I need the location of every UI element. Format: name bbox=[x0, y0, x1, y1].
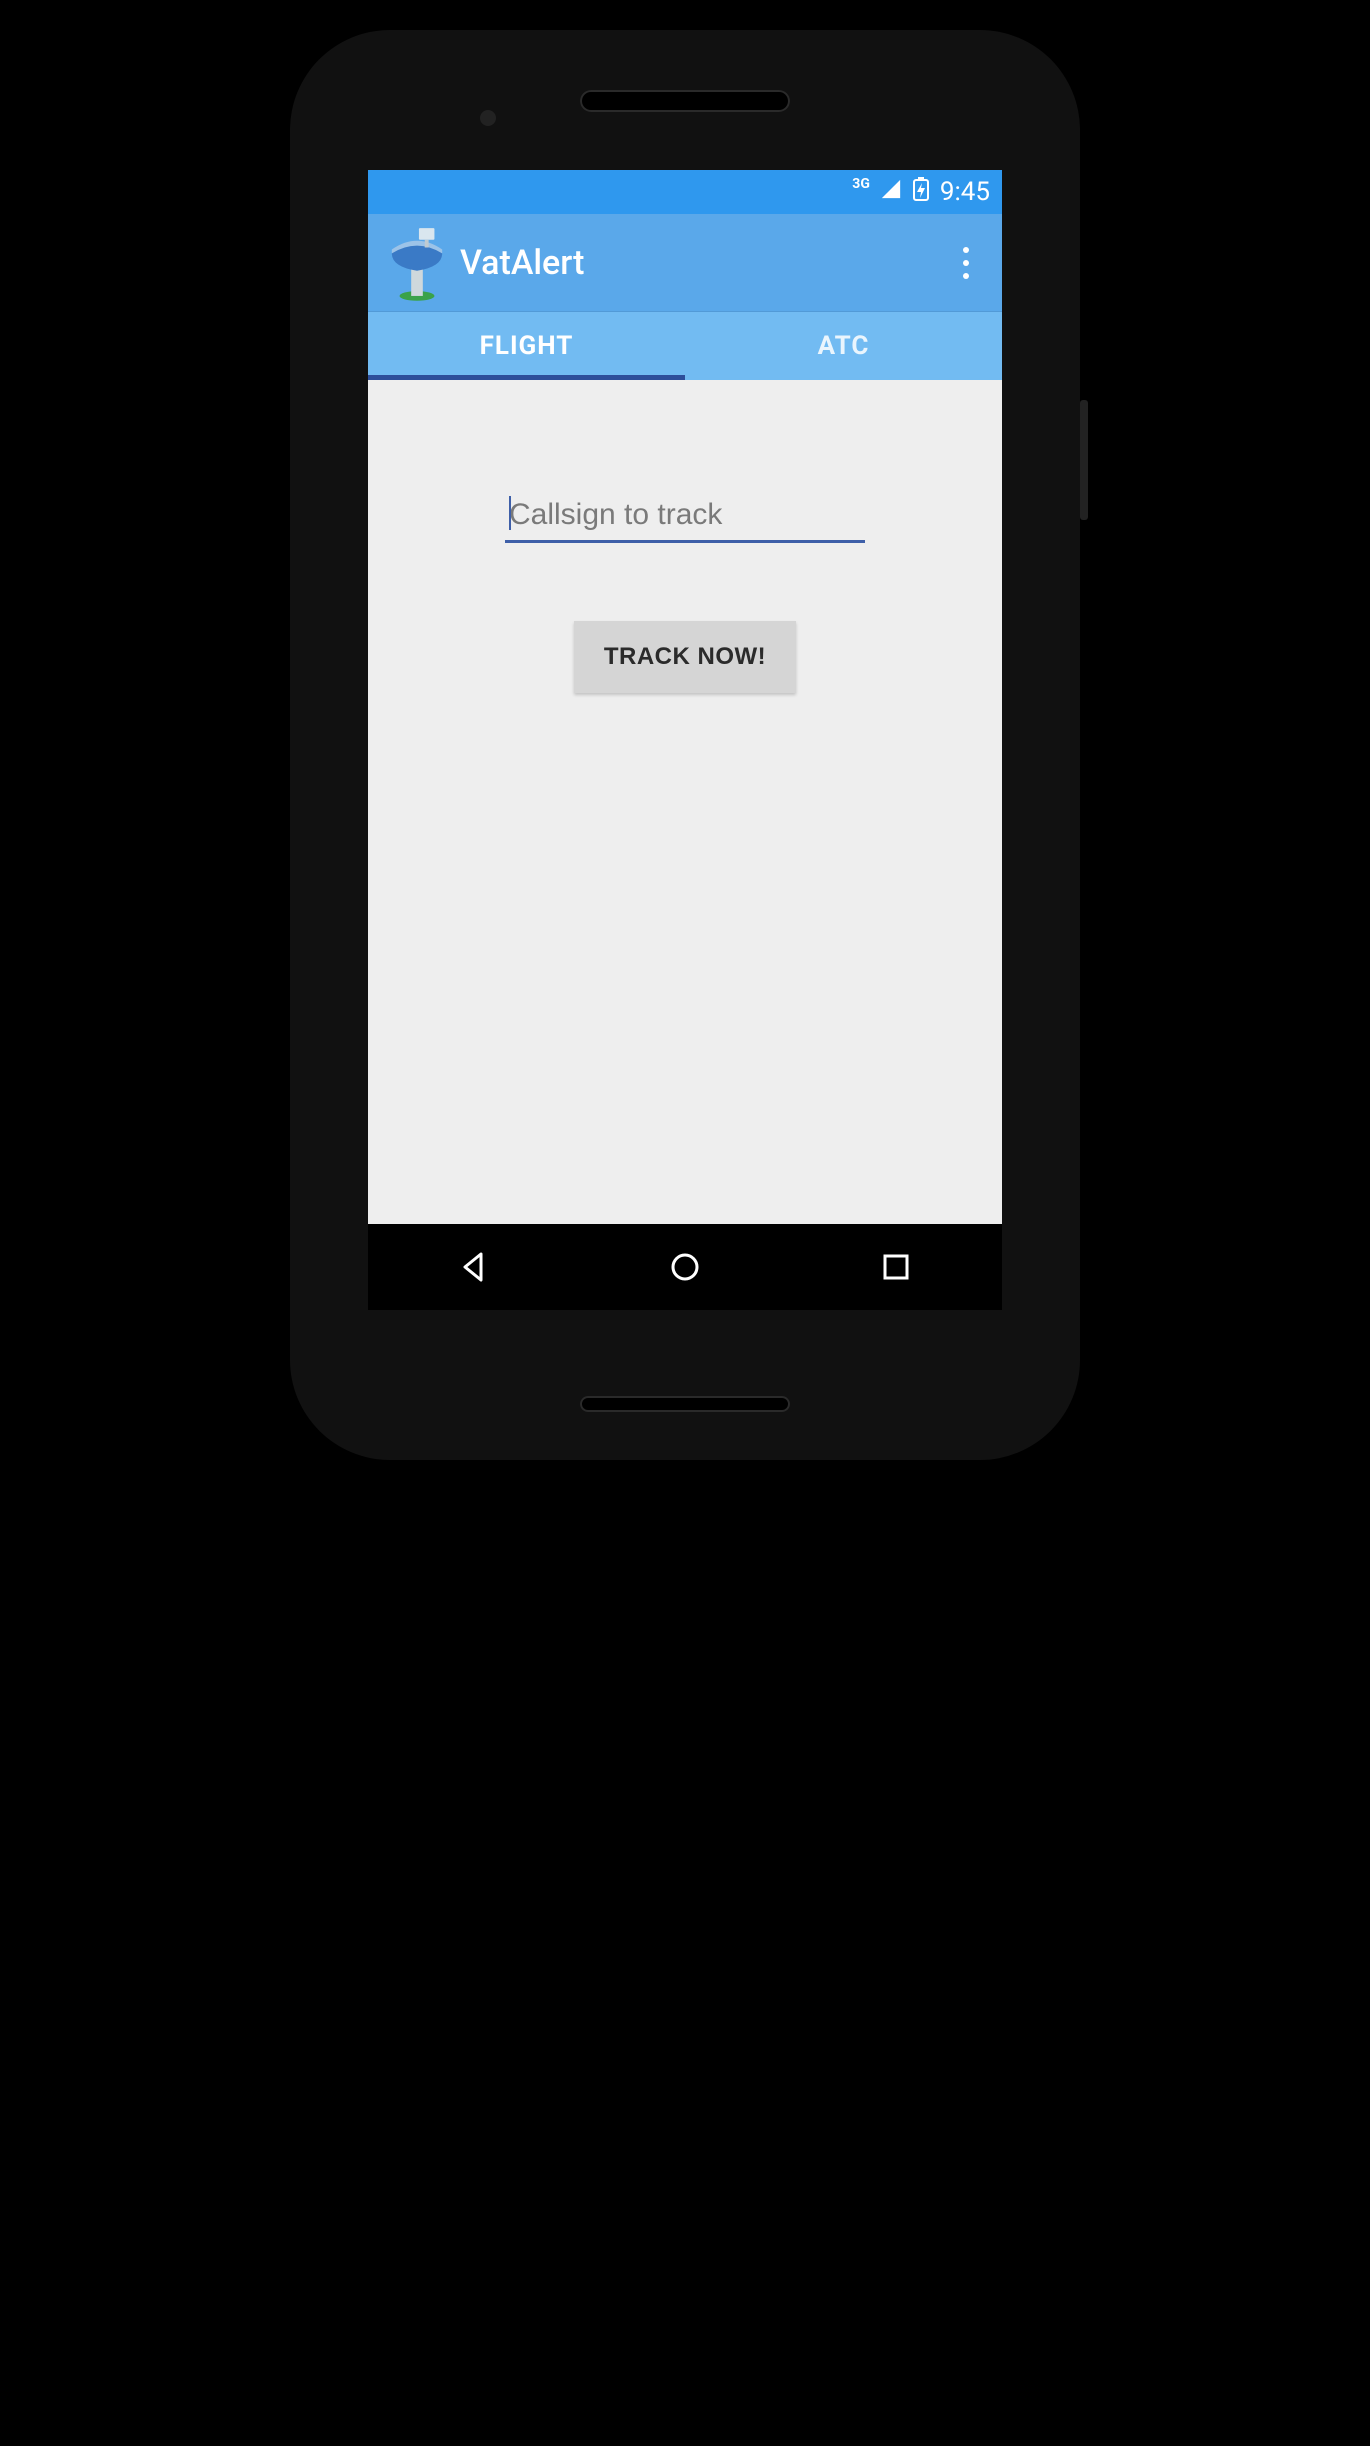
app-title: VatAlert bbox=[460, 243, 946, 283]
phone-power-button bbox=[1080, 400, 1088, 520]
android-status-bar: 3G 9:45 bbox=[368, 170, 1002, 214]
app-bar: VatAlert bbox=[368, 214, 1002, 312]
tab-atc-label: ATC bbox=[818, 331, 870, 361]
clock-label: 9:45 bbox=[940, 177, 990, 207]
android-nav-bar bbox=[368, 1224, 1002, 1310]
phone-frame: 3G 9:45 bbox=[290, 30, 1080, 1460]
callsign-input[interactable] bbox=[505, 490, 865, 543]
phone-bottom-speaker bbox=[580, 1396, 790, 1412]
nav-back-button[interactable] bbox=[454, 1247, 494, 1287]
tab-flight[interactable]: FLIGHT bbox=[368, 312, 685, 380]
nav-recent-button[interactable] bbox=[876, 1247, 916, 1287]
track-now-button[interactable]: TRACK NOW! bbox=[574, 621, 796, 693]
tab-flight-label: FLIGHT bbox=[480, 331, 574, 361]
text-cursor bbox=[509, 496, 511, 530]
battery-icon bbox=[912, 177, 930, 207]
network-type-label: 3G bbox=[852, 176, 870, 192]
screen: 3G 9:45 bbox=[368, 170, 1002, 1310]
tab-atc[interactable]: ATC bbox=[685, 312, 1002, 380]
tab-bar: FLIGHT ATC bbox=[368, 312, 1002, 380]
signal-icon bbox=[880, 178, 902, 206]
overflow-menu-button[interactable] bbox=[946, 233, 986, 293]
content-area: TRACK NOW! bbox=[368, 380, 1002, 1224]
nav-home-button[interactable] bbox=[665, 1247, 705, 1287]
app-icon-tower bbox=[386, 223, 448, 303]
